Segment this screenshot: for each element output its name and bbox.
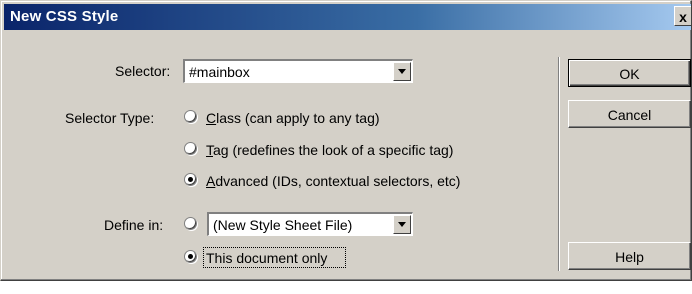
ok-button[interactable]: OK	[568, 59, 691, 87]
option-tag-label[interactable]: Tag (redefines the look of a specific ta…	[206, 142, 453, 158]
radio-advanced[interactable]	[184, 173, 197, 186]
radio-this-document[interactable]	[184, 250, 197, 263]
radio-new-style-sheet[interactable]	[184, 217, 197, 230]
style-sheet-file-value: (New Style Sheet File)	[213, 217, 353, 233]
help-button[interactable]: Help	[568, 242, 691, 270]
selector-type-label: Selector Type:	[65, 110, 155, 126]
selector-dropdown-arrow-icon[interactable]	[393, 62, 411, 81]
define-in-label: Define in:	[104, 217, 164, 233]
new-css-style-dialog: New CSS Style x Selector: #mainbox Selec…	[0, 0, 692, 281]
style-sheet-file-combobox[interactable]: (New Style Sheet File)	[207, 212, 413, 236]
cancel-button[interactable]: Cancel	[568, 100, 691, 128]
dialog-title: New CSS Style	[10, 8, 119, 25]
style-sheet-dropdown-arrow-icon[interactable]	[393, 215, 411, 234]
selector-value: #mainbox	[189, 64, 250, 80]
radio-tag[interactable]	[184, 142, 197, 155]
focus-rectangle	[203, 247, 346, 268]
selector-combobox[interactable]: #mainbox	[183, 59, 413, 83]
close-button[interactable]: x	[674, 6, 691, 26]
option-class-label[interactable]: Class (can apply to any tag)	[206, 110, 380, 126]
option-advanced-label[interactable]: Advanced (IDs, contextual selectors, etc…	[206, 173, 460, 189]
title-bar: New CSS Style x	[4, 4, 691, 30]
radio-class[interactable]	[184, 110, 197, 123]
selector-label: Selector:	[115, 63, 171, 79]
vertical-separator	[558, 57, 560, 271]
